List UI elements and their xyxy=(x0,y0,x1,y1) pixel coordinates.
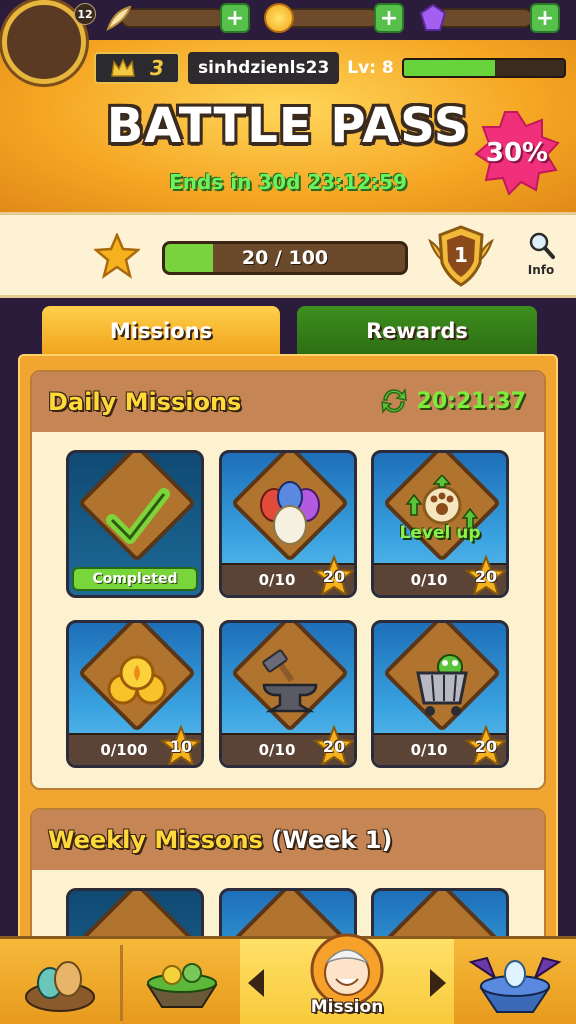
tier-badge: 1 xyxy=(426,221,496,291)
daily-missions-section: Daily Missions 20:21:37 Completed 0/10 2… xyxy=(30,370,546,790)
refresh-icon xyxy=(380,388,407,414)
weekly-missions-title: Weekly Missons (Week 1) xyxy=(48,826,392,854)
player-level: Lv: 8 xyxy=(347,58,394,78)
add-feather-button[interactable]: + xyxy=(220,3,250,33)
daily-missions-header: Daily Missions 20:21:37 xyxy=(32,372,544,432)
reward-star: 20 xyxy=(312,554,354,595)
mission-card[interactable]: 0/10 20 xyxy=(219,620,357,768)
daily-reset-timer: 20:21:37 xyxy=(379,386,526,416)
avatar-level-badge: 12 xyxy=(74,3,96,25)
gold-coin-icon xyxy=(264,3,294,33)
xp-progress-fill xyxy=(403,60,495,76)
level-up-overlay: Level up xyxy=(399,523,481,543)
reward-value: 20 xyxy=(474,737,498,756)
weekly-title-text: Weekly Missons xyxy=(48,826,263,854)
crown-count-value: 3 xyxy=(150,56,164,80)
mission-character-icon xyxy=(310,933,384,1007)
tier-value: 1 xyxy=(454,243,468,267)
weekly-week-label: (Week 1) xyxy=(271,826,393,854)
info-label: Info xyxy=(527,263,555,277)
weekly-missions-header: Weekly Missons (Week 1) xyxy=(32,810,544,870)
user-info-bar: 3 sinhdzienls23 Lv: 8 xyxy=(94,52,566,84)
dragon-nest-icon xyxy=(89,467,185,563)
username: sinhdzienls23 xyxy=(188,52,340,84)
gem-bar xyxy=(436,8,534,28)
pass-progress-bar: 20 / 100 xyxy=(162,241,408,275)
mission-card[interactable]: Completed xyxy=(66,450,204,598)
mission-progress: 0/10 xyxy=(410,571,448,589)
add-gem-button[interactable]: + xyxy=(530,3,560,33)
mission-card[interactable]: Level up 0/10 20 xyxy=(371,450,509,598)
coin-bar xyxy=(282,8,380,28)
mission-progress: 0/10 xyxy=(410,741,448,759)
egg-nest-icon xyxy=(25,961,95,1012)
battle-pass-header: 3 sinhdzienls23 Lv: 8 BATTLE PASS Ends i… xyxy=(0,40,576,212)
dragon-island-icon xyxy=(146,963,217,1008)
nav-island[interactable] xyxy=(123,939,240,1024)
reward-star: 10 xyxy=(159,724,201,765)
nav-next-arrow[interactable] xyxy=(430,969,446,997)
reward-value: 20 xyxy=(322,737,346,756)
xp-progress-bar xyxy=(401,58,566,78)
nav-mission[interactable]: Mission xyxy=(240,933,454,1024)
add-coin-button[interactable]: + xyxy=(374,3,404,33)
anvil-hammer-icon xyxy=(242,637,338,733)
gold-coins-icon xyxy=(89,637,185,733)
feather-icon xyxy=(104,3,134,33)
reward-value: 10 xyxy=(169,737,193,756)
discount-value: 30% xyxy=(485,138,549,168)
tab-missions[interactable]: Missions xyxy=(42,306,280,356)
shopping-cart-icon xyxy=(394,637,490,733)
nav-prev-arrow[interactable] xyxy=(248,969,264,997)
reward-value: 20 xyxy=(474,567,498,586)
magnifier-icon xyxy=(529,232,555,259)
reward-star: 20 xyxy=(464,724,506,765)
paw-level-up-icon xyxy=(394,467,490,563)
star-icon xyxy=(94,233,140,279)
nav-mission-label: Mission xyxy=(310,997,384,1017)
nav-arena[interactable] xyxy=(454,939,576,1024)
pass-progress-strip: 20 / 100 1 xyxy=(0,212,576,298)
mission-card[interactable]: 0/10 20 xyxy=(371,620,509,768)
discount-badge[interactable]: 30% xyxy=(474,110,560,196)
reward-value: 20 xyxy=(322,567,346,586)
feather-bar xyxy=(120,8,226,28)
mission-progress: 0/100 xyxy=(100,741,148,759)
completed-status: Completed xyxy=(72,567,198,591)
daily-missions-title: Daily Missions xyxy=(48,388,242,416)
tab-rewards[interactable]: Rewards xyxy=(297,306,537,356)
mission-progress: 0/10 xyxy=(258,741,296,759)
crown-count: 3 xyxy=(94,52,180,84)
dragon-arena-icon xyxy=(468,956,562,1013)
reward-star: 20 xyxy=(312,724,354,765)
info-button[interactable]: Info xyxy=(524,230,558,277)
daily-timer-value: 20:21:37 xyxy=(416,388,526,414)
mission-card[interactable]: 0/10 20 xyxy=(219,450,357,598)
mission-card[interactable]: 0/100 10 xyxy=(66,620,204,768)
dragon-eggs-icon xyxy=(242,467,338,563)
purple-gem-icon xyxy=(418,3,448,33)
pass-progress-text: 20 / 100 xyxy=(241,247,329,269)
mission-progress: 0/10 xyxy=(258,571,296,589)
nav-eggs[interactable] xyxy=(0,939,120,1024)
reward-star: 20 xyxy=(464,554,506,595)
crown-icon xyxy=(111,58,135,77)
bottom-navigation: Mission xyxy=(0,933,576,1024)
